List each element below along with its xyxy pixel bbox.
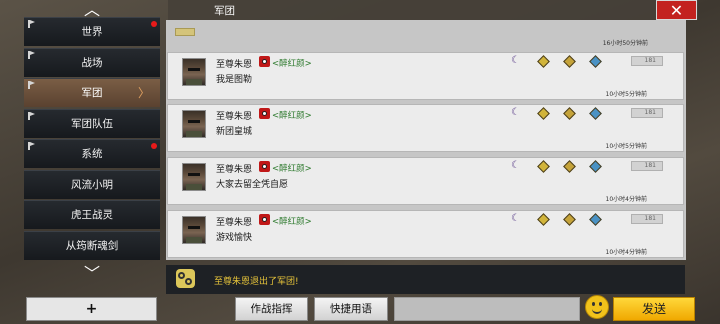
channel-item-private-1[interactable]: 风流小明 [24,169,160,199]
channel-label: 虎王战灵 [71,209,113,221]
gold-rank-icon [537,107,550,120]
sender-name[interactable]: 至尊朱恩 [216,215,252,228]
chat-message: 至尊朱恩 <醉红颜> 新团皇城 ☾ 181 10小时5分钟前 [167,104,684,152]
chat-header: 军团 [168,0,698,20]
message-time: 10小时5分钟前 [605,91,647,98]
channel-item-legion-team[interactable]: 军团队伍 [24,108,160,138]
flag-icon [28,81,35,89]
guild-name: <醉红颜> [272,217,312,227]
channel-item-system[interactable]: 系统 [24,139,160,168]
blue-rank-icon [589,107,602,120]
guild-badge-icon [259,161,270,172]
sender-name[interactable]: 至尊朱恩 [216,57,252,70]
chevron-right-icon: 〉 [137,86,150,100]
avatar[interactable] [182,216,206,244]
message-text: 大家去留全凭自愿 [216,180,289,190]
system-notification: 至尊朱恩退出了军团! [166,265,685,294]
channel-label: 军团队伍 [71,117,113,130]
flag-icon [28,111,35,120]
chat-input[interactable] [394,297,580,321]
unread-dot-icon [151,21,157,27]
channel-label: 风流小明 [71,178,113,191]
message-time: 16小时50分钟前 [602,40,648,47]
message-text: 游戏愉快 [216,233,253,243]
guild-badge-icon [259,56,270,67]
guild-name: <醉红颜> [272,164,312,174]
like-counter[interactable]: 181 [631,108,663,118]
flag-icon [28,20,35,28]
add-channel-button[interactable]: + [26,297,157,321]
unread-dot-icon [151,143,157,149]
channel-item-legion[interactable]: 军团 〉 [24,78,160,107]
avatar[interactable] [182,110,206,138]
blue-rank-icon [589,213,602,226]
channel-item-private-2[interactable]: 虎王战灵 [24,200,160,229]
avatar[interactable] [182,163,206,191]
channel-panel: ︿ 世界 战场 军团 〉 军团队伍 系统 风流小明 虎王战灵 从筠断魂剑 ﹀ [24,0,160,324]
guild-name: <醉红颜> [272,59,312,69]
chat-message-area[interactable]: 16小时50分钟前 至尊朱恩 <醉红颜> 我是图勒 ☾ 181 10小时5分钟前… [166,20,686,260]
gold-rank-icon [537,160,550,173]
guild-name: <醉红颜> [272,111,312,121]
link-icon [176,269,195,288]
emoji-icon[interactable] [585,295,609,319]
channel-label: 战场 [81,56,103,69]
message-text: 新团皇城 [216,127,253,137]
system-note-icon [175,28,195,36]
gold-rank-icon [537,213,550,226]
send-button[interactable]: 发送 [613,297,695,321]
close-button[interactable]: ✕ [656,0,697,20]
channel-list: 世界 战场 军团 〉 军团队伍 系统 风流小明 虎王战灵 从筠断魂剑 [24,17,160,261]
chevron-down-icon[interactable]: ﹀ [24,264,160,284]
moon-rank-icon: ☾ [511,213,520,224]
gold-rank-icon [537,55,550,68]
moon-rank-icon: ☾ [511,55,520,66]
quick-phrase-button[interactable]: 快捷用语 [314,297,388,321]
message-time: 10小时4分钟前 [605,249,647,256]
blue-rank-icon [589,55,602,68]
like-counter[interactable]: 181 [631,161,663,171]
page-title: 军团 [214,5,235,17]
flag-icon [28,50,35,59]
sender-name[interactable]: 至尊朱恩 [216,162,252,175]
channel-label: 军团 [81,87,103,99]
flag-icon [28,142,35,150]
sender-name[interactable]: 至尊朱恩 [216,109,252,122]
moon-rank-icon: ☾ [511,160,520,171]
like-counter[interactable]: 181 [631,56,663,66]
like-counter[interactable]: 181 [631,214,663,224]
channel-label: 从筠断魂剑 [65,239,119,252]
channel-item-world[interactable]: 世界 [24,17,160,46]
gold-rank-icon [563,213,576,226]
chat-message: 至尊朱恩 <醉红颜> 我是图勒 ☾ 181 10小时5分钟前 [167,52,684,100]
channel-label: 系统 [81,148,103,160]
gold-rank-icon [563,107,576,120]
channel-label: 世界 [81,26,103,38]
moon-rank-icon: ☾ [511,107,520,118]
channel-item-private-3[interactable]: 从筠断魂剑 [24,230,160,260]
blue-rank-icon [589,160,602,173]
gold-rank-icon [563,160,576,173]
gold-rank-icon [563,55,576,68]
previous-message-strip: 16小时50分钟前 [166,20,686,51]
message-time: 10小时4分钟前 [605,196,647,203]
input-bar: 作战指挥 快捷用语 发送 [166,295,720,324]
guild-badge-icon [259,214,270,225]
chat-message: 至尊朱恩 <醉红颜> 大家去留全凭自愿 ☾ 181 10小时4分钟前 [167,157,684,205]
close-icon: ✕ [669,1,684,20]
channel-item-battlefield[interactable]: 战场 [24,47,160,77]
avatar[interactable] [182,58,206,86]
notification-text: 至尊朱恩退出了军团! [214,277,299,287]
message-text: 我是图勒 [216,75,253,85]
battle-command-button[interactable]: 作战指挥 [235,297,308,321]
guild-badge-icon [259,108,270,119]
message-time: 10小时5分钟前 [605,143,647,150]
chat-message: 至尊朱恩 <醉红颜> 游戏愉快 ☾ 181 10小时4分钟前 [167,210,684,258]
